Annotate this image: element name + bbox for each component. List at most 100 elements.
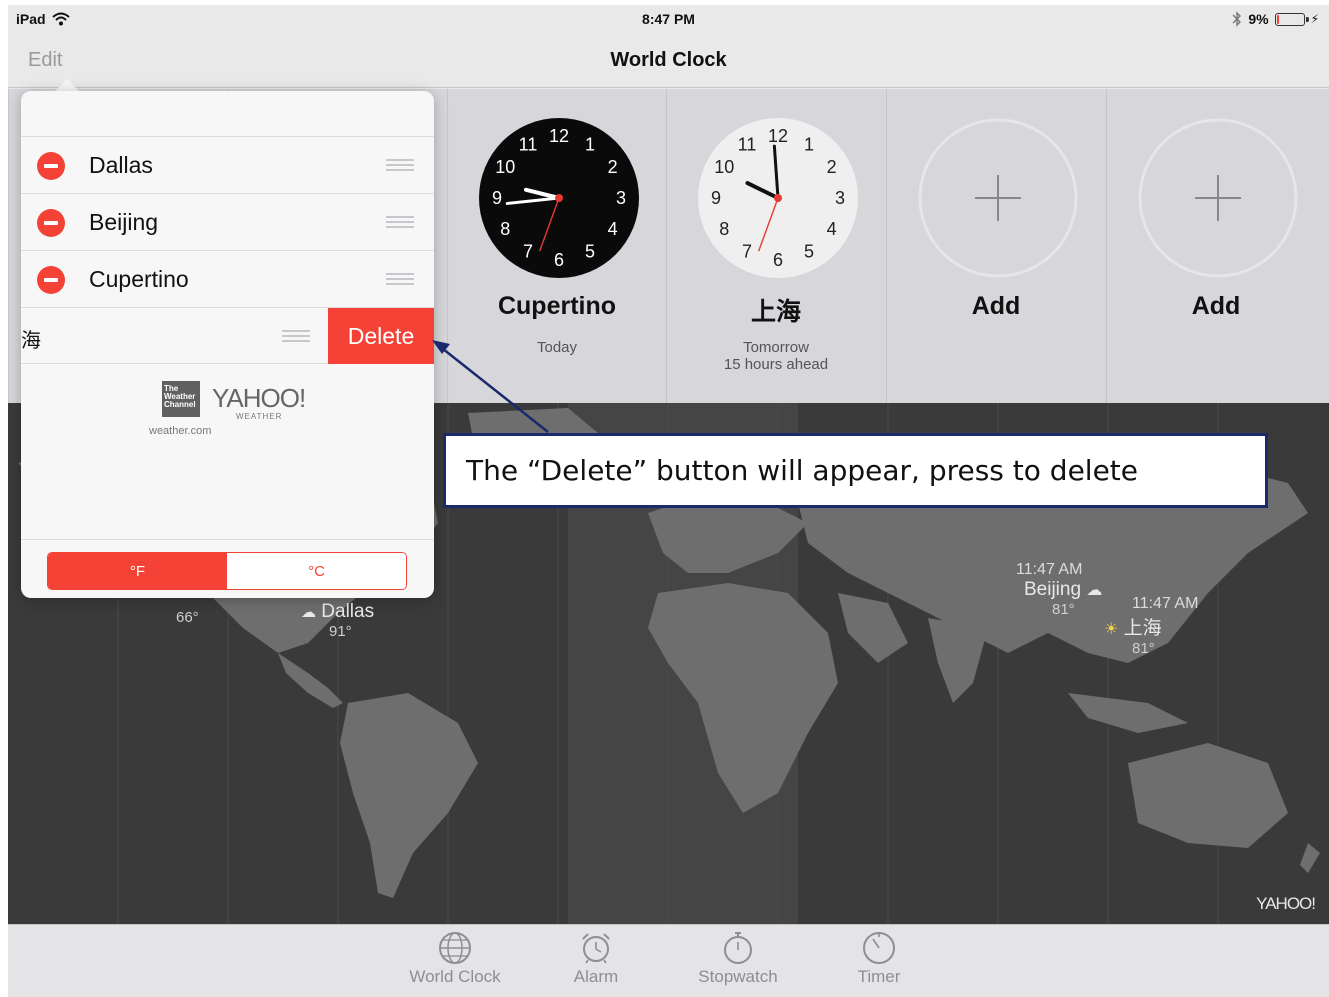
clock-city-name: 上海 <box>750 298 801 326</box>
partly-cloudy-icon: ☁ <box>301 604 316 621</box>
clock-numeral: 11 <box>519 134 538 154</box>
map-city-name: Beijing ☁ <box>1016 579 1102 601</box>
clock-numeral: 5 <box>585 242 595 262</box>
clock-center <box>774 194 782 202</box>
map-city-name: ☀ 上海 <box>1104 613 1198 640</box>
bluetooth-icon <box>1232 11 1242 27</box>
reorder-grip-icon[interactable] <box>282 330 310 342</box>
map-city-label: Beijing <box>1024 579 1082 600</box>
tab-label: Stopwatch <box>698 967 778 986</box>
clock-numeral: 9 <box>711 188 721 208</box>
map-city-temp: 81° <box>1052 601 1075 618</box>
clock-numeral: 3 <box>616 188 626 208</box>
map-city-cupertino[interactable]: 66° <box>176 609 199 626</box>
weather-channel-logo-text: Channel <box>164 400 196 409</box>
globe-icon <box>439 932 471 964</box>
map-city-label: 上海 <box>1123 618 1162 639</box>
charging-icon: ⚡ <box>1310 12 1319 26</box>
clock-card-cupertino[interactable]: 12 1 2 3 4 5 6 7 8 9 10 11 Cupertino Today <box>447 89 666 403</box>
clock-numeral: 6 <box>773 250 783 270</box>
status-bar: iPad 8:47 PM 9% ⚡ <box>8 5 1329 33</box>
list-item-shanghai-swiped[interactable]: 海 Delete <box>21 307 434 364</box>
add-plus-icon[interactable] <box>1137 117 1299 279</box>
clock-card-shanghai[interactable]: 12 1 2 3 4 5 6 7 8 9 10 11 上海 Tomorrow 15 hours ahe… <box>666 89 885 403</box>
clock-numeral: 3 <box>835 188 845 208</box>
add-clock-card[interactable]: Add <box>1106 89 1325 403</box>
tab-label: Alarm <box>573 967 619 986</box>
timer-icon <box>863 932 895 964</box>
add-plus-icon[interactable] <box>917 117 1079 279</box>
map-city-name: ☁ Dallas <box>301 601 374 623</box>
status-time: 8:47 PM <box>642 11 695 27</box>
clock-day-label: Tomorrow 15 hours ahead <box>667 339 885 373</box>
clock-day-text: Tomorrow <box>743 339 809 356</box>
clock-numeral: 7 <box>742 242 752 262</box>
clock-face-light: 12 12 3 45 6 78 9 1011 <box>698 118 858 278</box>
map-city-time: 11:47 AM <box>1016 561 1083 578</box>
yahoo-watermark: YAHOO! <box>1256 894 1316 913</box>
map-city-dallas[interactable]: ☁ Dallas 91° <box>301 601 374 640</box>
clock-city-name: Cupertino <box>497 292 617 320</box>
clock-offset-text: 15 hours ahead <box>723 356 829 373</box>
list-item-cupertino[interactable]: Cupertino <box>21 250 434 307</box>
celsius-segment[interactable]: °C <box>227 553 406 589</box>
clock-numeral: 7 <box>523 242 533 262</box>
clock-numeral: 12 <box>768 126 788 146</box>
map-city-beijing[interactable]: 11:47 AM Beijing ☁ 81° <box>1016 561 1102 618</box>
nav-bar: Edit World Clock <box>8 33 1329 88</box>
reorder-grip-icon[interactable] <box>386 273 414 285</box>
tab-timer[interactable]: Timer <box>819 931 939 987</box>
tab-label: Timer <box>857 967 901 986</box>
add-label: Add <box>1191 292 1241 320</box>
clock-numeral: 1 <box>804 134 814 154</box>
map-city-time: 11:47 AM <box>1132 595 1199 612</box>
temperature-unit-toggle[interactable]: °F °C <box>47 552 407 590</box>
weather-com-label: weather.com <box>149 425 212 437</box>
clock-day-label: Today <box>536 339 578 356</box>
clock-numeral: 6 <box>554 250 564 270</box>
list-item-beijing[interactable]: Beijing <box>21 193 434 250</box>
map-city-label: Dallas <box>321 601 375 622</box>
reorder-grip-icon[interactable] <box>386 216 414 228</box>
callout-text: The “Delete” button will appear, press t… <box>466 454 1139 487</box>
fahrenheit-segment[interactable]: °F <box>48 553 227 589</box>
clock-numeral: 8 <box>500 219 510 239</box>
list-item-label: Cupertino <box>89 266 189 292</box>
stopwatch-icon <box>724 932 752 964</box>
remove-circle-icon[interactable] <box>37 209 65 237</box>
clock-numeral: 9 <box>492 188 502 208</box>
clock-numeral: 10 <box>714 157 734 177</box>
annotation-callout: The “Delete” button will appear, press t… <box>443 433 1268 508</box>
map-city-shanghai[interactable]: 11:47 AM ☀ 上海 81° <box>1104 595 1198 657</box>
clock-numeral: 12 <box>549 126 569 146</box>
list-item-label: Dallas <box>89 152 153 178</box>
tab-alarm[interactable]: Alarm <box>536 931 656 987</box>
cloud-icon: ☁ <box>1086 582 1103 599</box>
list-item-dallas[interactable]: Dallas <box>21 136 434 193</box>
battery-percent: 9% <box>1248 11 1269 27</box>
weather-channel-logo: The Weather Channel <box>162 381 200 417</box>
add-clock-card[interactable]: Add <box>886 89 1105 403</box>
remove-circle-icon[interactable] <box>37 152 65 180</box>
edit-popover: Dallas Beijing Cupertino 海 Delete The We… <box>21 91 434 598</box>
add-label: Add <box>971 292 1021 320</box>
provider-logos: The Weather Channel YAHOO! WEATHER weath… <box>149 381 329 441</box>
tab-world-clock[interactable]: World Clock <box>395 931 515 987</box>
reorder-grip-icon[interactable] <box>386 159 414 171</box>
alarm-clock-icon <box>582 933 610 964</box>
remove-circle-icon[interactable] <box>37 266 65 294</box>
delete-button[interactable]: Delete <box>328 308 434 364</box>
yahoo-logo: YAHOO! <box>212 383 306 413</box>
map-city-temp: 81° <box>1132 640 1155 657</box>
map-city-temp: 91° <box>329 623 352 640</box>
clock-numeral: 8 <box>719 219 729 239</box>
clock-face-dark: 12 12 3 45 6 78 9 1011 <box>479 118 639 278</box>
clock-numeral: 4 <box>608 219 618 239</box>
clock-center <box>555 194 563 202</box>
list-item-label: Beijing <box>89 209 159 235</box>
partly-sunny-icon: ☀ <box>1104 621 1119 638</box>
tab-stopwatch[interactable]: Stopwatch <box>678 931 798 987</box>
tab-label: World Clock <box>409 967 501 986</box>
clock-numeral: 4 <box>827 219 837 239</box>
clock-numeral: 10 <box>495 157 515 177</box>
